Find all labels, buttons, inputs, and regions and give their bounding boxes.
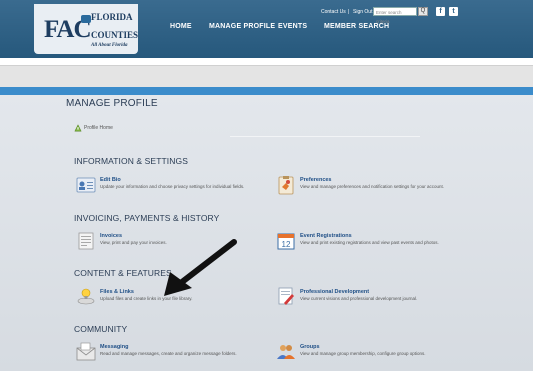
preferences-desc: View and manage preferences and notifica… [300, 184, 445, 189]
edit-bio-desc: Update your information and choose priva… [100, 184, 245, 189]
invoices-link[interactable]: Invoices [100, 233, 122, 239]
preferences-icon[interactable] [276, 175, 296, 195]
svg-text:12: 12 [282, 240, 291, 249]
sign-out-link[interactable]: Sign Out [353, 8, 372, 17]
calendar-icon[interactable]: 12 [276, 231, 296, 251]
nav-events[interactable]: EVENTS [278, 23, 307, 30]
files-links-link[interactable]: Files & Links [100, 289, 134, 295]
event-registrations-desc: View and print existing registrations an… [300, 240, 439, 245]
florida-map-icon [81, 15, 91, 23]
section-community: COMMUNITY [74, 324, 128, 334]
edit-bio-icon[interactable] [76, 175, 96, 195]
professional-development-link[interactable]: Professional Development [300, 289, 369, 295]
messaging-desc: Read and manage messages, create and org… [100, 351, 237, 356]
logo-line1: FLORIDA [91, 12, 133, 22]
search-icon[interactable]: Q [418, 7, 428, 16]
event-registrations-link[interactable]: Event Registrations [300, 233, 352, 239]
pointer-arrow-icon [164, 239, 237, 296]
professional-development-icon[interactable] [276, 286, 296, 306]
files-links-icon[interactable] [76, 286, 96, 306]
messaging-link[interactable]: Messaging [100, 344, 128, 350]
section-invoicing-payments: INVOICING, PAYMENTS & HISTORY [74, 213, 220, 223]
nav-home[interactable]: HOME [170, 23, 192, 30]
grey-band [0, 65, 533, 88]
twitter-icon[interactable]: t [449, 7, 458, 16]
page-title: MANAGE PROFILE [66, 98, 158, 109]
groups-icon[interactable] [276, 342, 296, 362]
nav-manage-profile[interactable]: MANAGE PROFILE [209, 23, 275, 30]
utility-separator: | [348, 9, 350, 15]
facebook-icon[interactable]: f [436, 7, 445, 16]
search-input[interactable]: Enter search criteria [373, 7, 417, 24]
groups-desc: View and manage group membership, config… [300, 351, 426, 356]
divider [230, 136, 420, 137]
section-information-settings: INFORMATION & SETTINGS [74, 156, 188, 166]
accent-bar [0, 87, 533, 95]
breadcrumb-profile-home[interactable]: Profile Home [84, 125, 113, 131]
groups-link[interactable]: Groups [300, 344, 320, 350]
edit-bio-link[interactable]: Edit Bio [100, 177, 121, 183]
profile-home-icon [74, 124, 82, 132]
logo-line2: COUNTIES [91, 30, 139, 40]
fac-logo[interactable]: FAC FLORIDA COUNTIES All About Florida [34, 4, 138, 54]
messaging-icon[interactable] [76, 342, 96, 362]
professional-development-desc: View current visions and professional de… [300, 296, 418, 301]
logo-tagline: All About Florida [91, 43, 128, 48]
contact-us-link[interactable]: Contact Us [321, 8, 346, 17]
header-spacer [0, 58, 533, 65]
preferences-link[interactable]: Preferences [300, 177, 332, 183]
invoices-icon[interactable] [76, 231, 96, 251]
